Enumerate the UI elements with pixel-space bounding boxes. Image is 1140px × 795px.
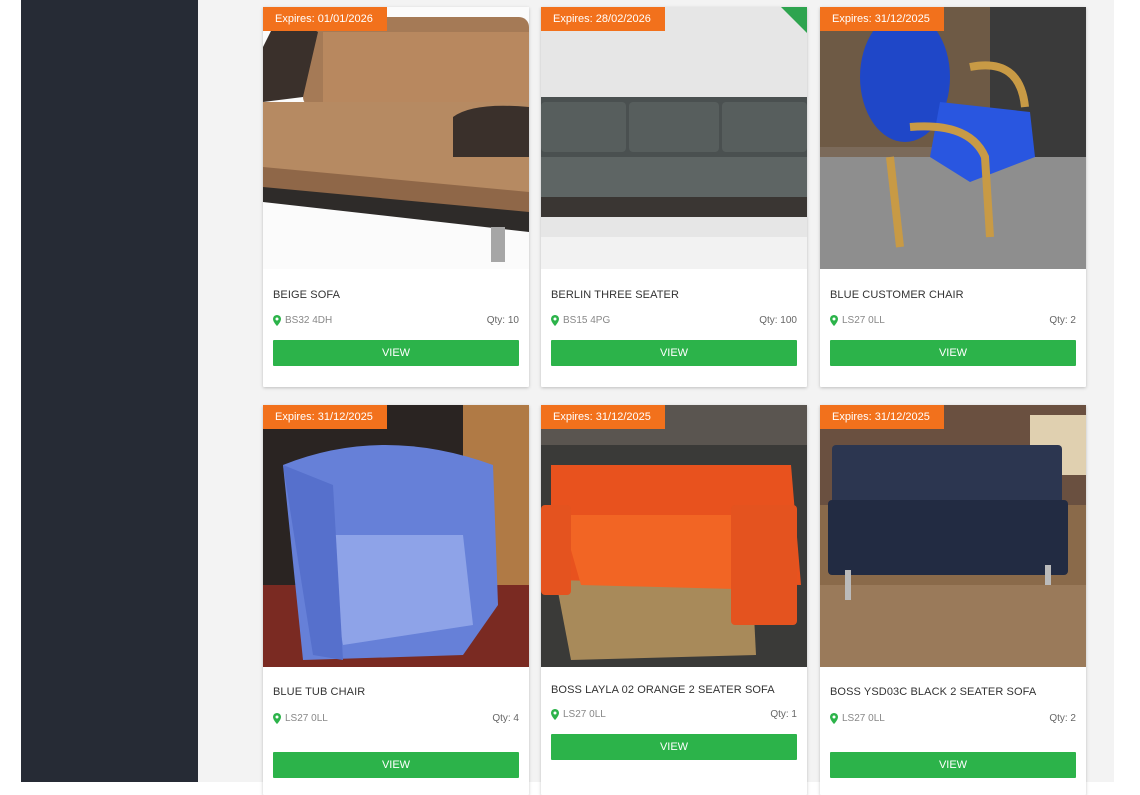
product-title[interactable]: BLUE CUSTOMER CHAIR: [820, 289, 1086, 302]
map-pin-icon: [830, 315, 838, 326]
product-title[interactable]: BEIGE SOFA: [263, 289, 529, 302]
product-card: Expires: 31/12/2025 BOSS YSD03C BLACK 2 …: [820, 405, 1086, 795]
quantity: Qty: 2: [1049, 713, 1076, 724]
product-card: Expires: 31/12/2025 BOSS LAYLA 02 ORANGE…: [541, 405, 807, 795]
location-text: BS32 4DH: [285, 315, 333, 326]
quantity: Qty: 10: [486, 315, 519, 326]
product-meta: BS15 4PG Qty: 100: [541, 315, 807, 326]
expiry-badge: Expires: 31/12/2025: [820, 405, 944, 429]
product-meta: LS27 0LL Qty: 1: [541, 709, 807, 720]
location: BS32 4DH: [273, 315, 332, 326]
expiry-badge: Expires: 01/01/2026: [263, 7, 387, 31]
product-meta: LS27 0LL Qty: 4: [263, 713, 529, 724]
quantity: Qty: 2: [1049, 315, 1076, 326]
featured-corner-flag: [781, 7, 807, 33]
location: LS27 0LL: [551, 709, 606, 720]
map-pin-icon: [551, 315, 559, 326]
product-image[interactable]: Expires: 31/12/2025: [263, 405, 529, 667]
location-text: BS15 4PG: [563, 315, 611, 326]
product-image[interactable]: Expires: 01/01/2026: [263, 7, 529, 269]
location-text: LS27 0LL: [285, 713, 328, 724]
map-pin-icon: [830, 713, 838, 724]
map-pin-icon: [273, 315, 281, 326]
location: BS15 4PG: [551, 315, 610, 326]
product-meta: LS27 0LL Qty: 2: [820, 713, 1086, 724]
location-text: LS27 0LL: [842, 315, 885, 326]
product-title[interactable]: BOSS YSD03C BLACK 2 SEATER SOFA: [820, 686, 1086, 699]
expiry-badge: Expires: 31/12/2025: [820, 7, 944, 31]
product-meta: BS32 4DH Qty: 10: [263, 315, 529, 326]
view-button[interactable]: VIEW: [273, 340, 519, 366]
scroll-gutter: [1114, 0, 1140, 782]
quantity: Qty: 100: [759, 315, 797, 326]
view-button[interactable]: VIEW: [273, 752, 519, 778]
location: LS27 0LL: [830, 315, 885, 326]
quantity: Qty: 4: [492, 713, 519, 724]
expiry-badge: Expires: 31/12/2025: [263, 405, 387, 429]
product-card: Expires: 31/12/2025 BLUE CUSTOMER CHAIR …: [820, 7, 1086, 387]
map-pin-icon: [551, 709, 559, 720]
sidebar: [21, 0, 198, 782]
map-pin-icon: [273, 713, 281, 724]
product-meta: LS27 0LL Qty: 2: [820, 315, 1086, 326]
product-card: Expires: 31/12/2025 BLUE TUB CHAIR LS27 …: [263, 405, 529, 795]
view-button[interactable]: VIEW: [551, 340, 797, 366]
view-button[interactable]: VIEW: [830, 340, 1076, 366]
view-button[interactable]: VIEW: [551, 734, 797, 760]
location: LS27 0LL: [273, 713, 328, 724]
expiry-badge: Expires: 28/02/2026: [541, 7, 665, 31]
view-button[interactable]: VIEW: [830, 752, 1076, 778]
product-title[interactable]: BERLIN THREE SEATER: [541, 289, 807, 302]
product-title[interactable]: BLUE TUB CHAIR: [263, 686, 529, 699]
location-text: LS27 0LL: [842, 713, 885, 724]
location: LS27 0LL: [830, 713, 885, 724]
expiry-badge: Expires: 31/12/2025: [541, 405, 665, 429]
product-title[interactable]: BOSS LAYLA 02 ORANGE 2 SEATER SOFA: [541, 684, 807, 697]
product-image[interactable]: Expires: 31/12/2025: [820, 7, 1086, 269]
location-text: LS27 0LL: [563, 709, 606, 720]
quantity: Qty: 1: [770, 709, 797, 720]
product-image[interactable]: Expires: 28/02/2026: [541, 7, 807, 269]
product-image[interactable]: Expires: 31/12/2025: [820, 405, 1086, 667]
product-card: Expires: 01/01/2026 BEIGE SOFA BS32 4DH …: [263, 7, 529, 387]
product-image[interactable]: Expires: 31/12/2025: [541, 405, 807, 667]
product-card: Expires: 28/02/2026 BERLIN THREE SEATER …: [541, 7, 807, 387]
